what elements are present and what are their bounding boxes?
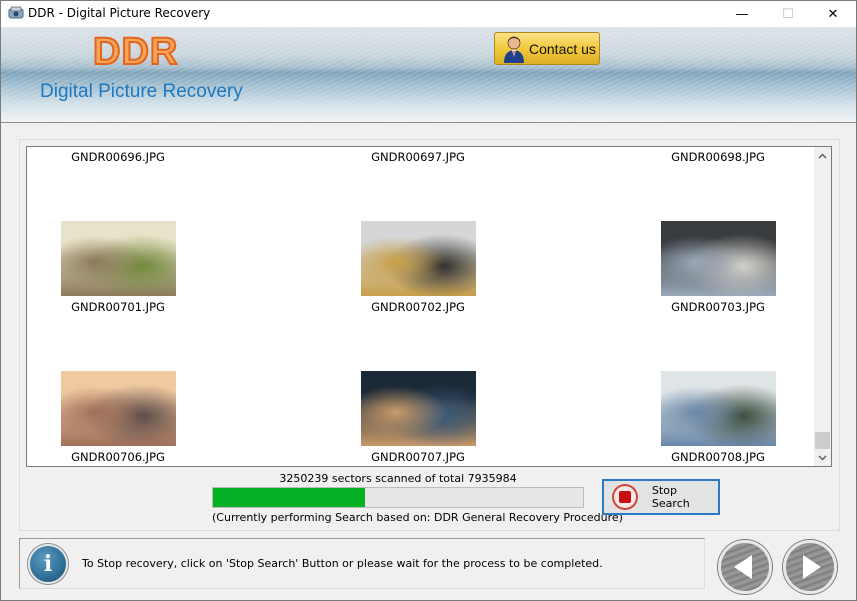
- back-button[interactable]: [718, 540, 772, 594]
- minimize-button[interactable]: —: [719, 1, 765, 27]
- procedure-status-text: (Currently performing Search based on: D…: [212, 511, 623, 524]
- sectors-scanned-text: 3250239 sectors scanned of total 7935984: [279, 472, 517, 485]
- file-thumbnail[interactable]: [660, 221, 776, 296]
- info-panel: i To Stop recovery, click on 'Stop Searc…: [19, 538, 705, 589]
- minimize-icon: —: [735, 6, 749, 22]
- maximize-icon: ☐: [782, 6, 794, 22]
- next-button[interactable]: [783, 540, 837, 594]
- app-icon: [8, 6, 24, 19]
- arrow-right-icon: [803, 555, 821, 579]
- maximize-button[interactable]: ☐: [765, 1, 811, 27]
- file-thumbnail[interactable]: [360, 371, 476, 446]
- file-name: GNDR00707.JPG: [371, 450, 465, 464]
- file-name: GNDR00706.JPG: [71, 450, 165, 464]
- file-name: GNDR00703.JPG: [671, 300, 765, 314]
- window-title: DDR - Digital Picture Recovery: [28, 6, 211, 20]
- app-window: DDR - Digital Picture Recovery — ☐ ✕ DDR…: [0, 0, 857, 601]
- arrow-left-icon: [734, 555, 752, 579]
- stop-icon: [612, 484, 638, 510]
- person-icon: [504, 36, 524, 63]
- header-banner: DDR Digital Picture Recovery Contact us: [1, 27, 856, 123]
- file-name: GNDR00697.JPG: [371, 150, 465, 164]
- file-name: GNDR00708.JPG: [671, 450, 765, 464]
- chevron-up-icon: [818, 152, 827, 159]
- vertical-scrollbar[interactable]: [814, 147, 831, 466]
- stop-search-label: Stop Search: [651, 484, 690, 510]
- close-icon: ✕: [827, 6, 839, 22]
- progress-fill: [213, 488, 365, 507]
- chevron-down-icon: [818, 454, 827, 461]
- file-name: GNDR00696.JPG: [71, 150, 165, 164]
- file-thumbnail[interactable]: [60, 371, 176, 446]
- ddr-logo: DDR: [92, 30, 179, 74]
- info-icon: i: [28, 544, 68, 584]
- info-message: To Stop recovery, click on 'Stop Search'…: [82, 557, 603, 570]
- recovered-files-gallery[interactable]: GNDR00696.JPG GNDR00697.JPG GNDR00698.JPG G…: [26, 146, 832, 467]
- scroll-thumb[interactable]: [815, 432, 830, 449]
- contact-us-label: Contact us: [529, 40, 596, 57]
- product-name: Digital Picture Recovery: [40, 81, 243, 102]
- file-thumbnail[interactable]: [60, 221, 176, 296]
- title-bar: DDR - Digital Picture Recovery — ☐ ✕: [1, 1, 856, 27]
- stop-search-button[interactable]: Stop Search: [602, 479, 720, 515]
- file-name: GNDR00701.JPG: [71, 300, 165, 314]
- contact-us-button[interactable]: Contact us: [494, 32, 600, 65]
- file-name: GNDR00702.JPG: [371, 300, 465, 314]
- file-name: GNDR00698.JPG: [671, 150, 765, 164]
- scan-progress-bar: [212, 487, 584, 508]
- file-thumbnail[interactable]: [660, 371, 776, 446]
- scroll-down-button[interactable]: [814, 449, 831, 466]
- close-button[interactable]: ✕: [810, 1, 856, 27]
- file-thumbnail[interactable]: [360, 221, 476, 296]
- scroll-up-button[interactable]: [814, 147, 831, 164]
